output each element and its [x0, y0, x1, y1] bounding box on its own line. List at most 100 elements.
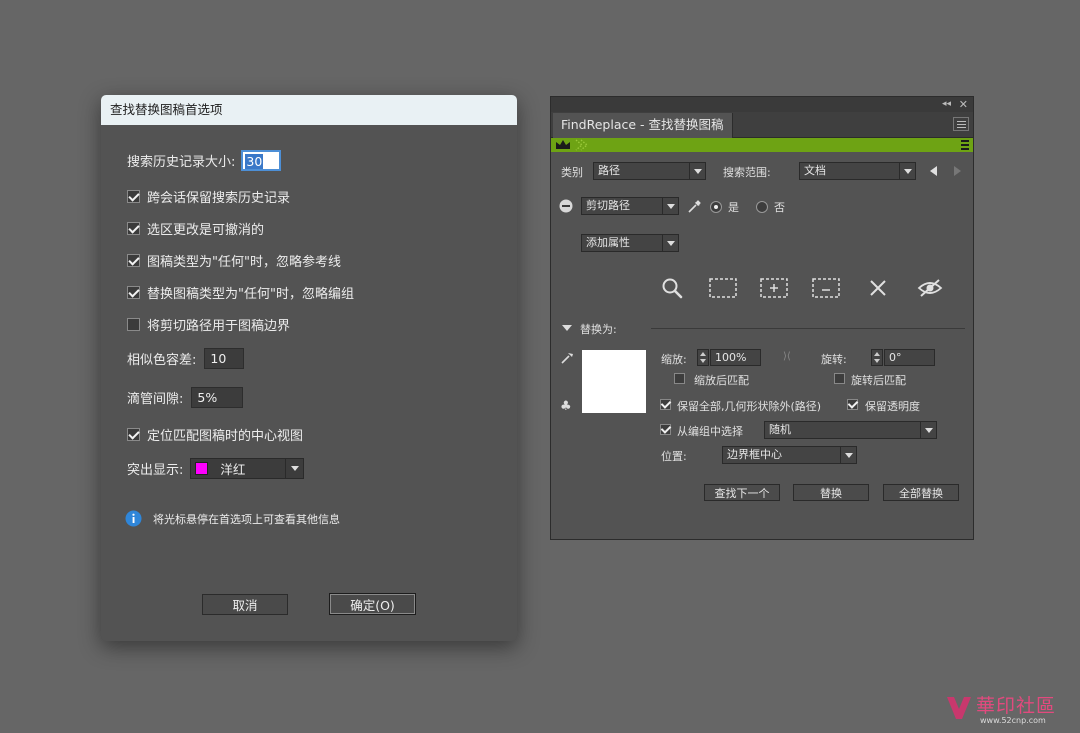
no-label: 否 — [774, 201, 785, 214]
chevron-down-icon — [899, 163, 915, 179]
scope-label: 搜索范围: — [723, 166, 771, 179]
watermark-text: 華印社區 — [976, 695, 1057, 717]
watermark-url: www.52cnp.com — [980, 716, 1046, 725]
option-row[interactable]: 跨会话保留搜索历史记录 — [127, 187, 290, 206]
find-next-button[interactable]: 查找下一个 — [704, 484, 780, 501]
scale-input[interactable]: 100% — [710, 349, 761, 366]
category-select[interactable]: 路径 — [593, 162, 706, 180]
chevron-down-icon — [840, 447, 856, 463]
option-label: 替换图稿类型为"任何"时，忽略编组 — [147, 287, 354, 302]
from-group-checkbox[interactable] — [660, 424, 671, 435]
keep-all-label: 保留全部,几何形状除外(路径) — [677, 400, 822, 413]
replace-all-button[interactable]: 全部替换 — [883, 484, 959, 501]
ignore-groups-checkbox[interactable] — [127, 286, 140, 299]
center-view-label: 定位匹配图稿时的中心视图 — [147, 429, 304, 444]
info-text: 将光标悬停在首选项上可查看其他信息 — [153, 512, 340, 526]
previous-arrow-icon[interactable] — [930, 166, 938, 176]
position-value: 边界框中心 — [727, 448, 782, 461]
scope-select[interactable]: 文档 — [799, 162, 916, 180]
watermark: 華印社區 www.52cnp.com — [944, 693, 1074, 727]
rotate-after-match-label: 旋转后匹配 — [851, 374, 906, 387]
select-marquee-icon[interactable] — [708, 275, 738, 301]
option-row[interactable]: 替换图稿类型为"任何"时，忽略编组 — [127, 283, 354, 302]
persist-history-checkbox[interactable] — [127, 190, 140, 203]
add-attribute-select[interactable]: 添加属性 — [581, 234, 679, 252]
eyedropper-gap-label: 滴管间隙: — [127, 392, 184, 407]
rotate-after-match-checkbox[interactable] — [834, 373, 845, 384]
option-label: 将剪切路径用于图稿边界 — [147, 319, 291, 334]
scope-value: 文档 — [804, 164, 826, 177]
chevron-down-icon — [285, 459, 303, 478]
eyedropper-icon[interactable] — [561, 351, 574, 364]
option-label: 选区更改是可撤消的 — [147, 223, 265, 238]
replacement-preview[interactable] — [582, 350, 646, 413]
ok-button[interactable]: 确定(O) — [329, 593, 416, 615]
undoable-selection-checkbox[interactable] — [127, 222, 140, 235]
tab-findreplace[interactable]: FindReplace - 查找替换图稿 — [553, 113, 733, 138]
rotate-input[interactable]: 0° — [884, 349, 935, 366]
ignore-guides-checkbox[interactable] — [127, 254, 140, 267]
option-row[interactable]: 定位匹配图稿时的中心视图 — [127, 425, 303, 444]
highlight-select[interactable]: 洋红 — [190, 458, 305, 479]
clear-icon[interactable] — [863, 275, 893, 301]
keep-opacity-checkbox[interactable] — [847, 399, 858, 410]
from-group-select[interactable]: 随机 — [764, 421, 937, 439]
add-to-selection-icon[interactable] — [759, 275, 789, 301]
collapse-icon[interactable]: ◂◂ — [942, 97, 951, 112]
position-select[interactable]: 边界框中心 — [722, 446, 857, 464]
clip-path-value: 剪切路径 — [586, 199, 630, 212]
highlight-swatch — [195, 462, 209, 475]
history-size-row: 搜索历史记录大小: 30 — [127, 150, 282, 171]
option-label: 图稿类型为"任何"时，忽略参考线 — [147, 255, 341, 270]
dialog-title: 查找替换图稿首选项 — [101, 95, 517, 125]
history-size-input[interactable]: 30 — [241, 150, 282, 171]
eyedropper-gap-input[interactable]: 5% — [191, 387, 244, 408]
info-row: 将光标悬停在首选项上可查看其他信息 — [125, 510, 340, 527]
from-group-label: 从编组中选择 — [677, 425, 743, 438]
search-icon[interactable] — [657, 275, 687, 301]
clip-path-select[interactable]: 剪切路径 — [581, 197, 679, 215]
chevron-down-icon — [662, 235, 678, 251]
option-row[interactable]: 选区更改是可撤消的 — [127, 219, 264, 238]
chevron-down-icon — [689, 163, 705, 179]
scale-stepper[interactable] — [697, 349, 709, 366]
scale-after-match-checkbox[interactable] — [674, 373, 685, 384]
accent-bar — [551, 138, 973, 152]
highlight-value: 洋红 — [220, 462, 246, 477]
color-tolerance-input[interactable]: 10 — [204, 348, 245, 369]
scale-after-match-label: 缩放后匹配 — [694, 374, 749, 387]
add-attribute-value: 添加属性 — [586, 236, 630, 249]
keep-all-checkbox[interactable] — [660, 399, 671, 410]
club-symbol-icon[interactable]: ♣ — [560, 399, 572, 414]
cancel-button[interactable]: 取消 — [202, 594, 288, 615]
expand-triangle-icon[interactable] — [562, 325, 572, 333]
highlight-row: 突出显示: 洋红 — [127, 458, 305, 479]
color-tolerance-row: 相似色容差: 10 — [127, 348, 245, 369]
link-proportions-icon[interactable]: ⟩⟨ — [783, 351, 791, 362]
rotate-stepper[interactable] — [871, 349, 883, 366]
category-label: 类别 — [561, 166, 583, 179]
hide-icon[interactable] — [915, 275, 945, 301]
option-row[interactable]: 图稿类型为"任何"时，忽略参考线 — [127, 251, 341, 270]
chevron-down-icon — [920, 422, 936, 438]
center-view-checkbox[interactable] — [127, 428, 140, 441]
no-radio[interactable] — [756, 201, 768, 213]
eyedropper-icon[interactable] — [688, 200, 701, 213]
keep-opacity-label: 保留透明度 — [865, 400, 920, 413]
replace-button[interactable]: 替换 — [793, 484, 869, 501]
panel-top-bar: ◂◂ ✕ — [551, 97, 973, 112]
findreplace-panel: ◂◂ ✕ FindReplace - 查找替换图稿 类别 路径 搜索范围: 文档… — [550, 96, 974, 540]
yes-radio[interactable] — [710, 201, 722, 213]
remove-condition-icon[interactable] — [559, 199, 573, 213]
crown-logo-icon — [556, 139, 589, 151]
subtract-from-selection-icon[interactable] — [811, 275, 841, 301]
panel-menu-icon[interactable] — [953, 117, 969, 131]
color-tolerance-label: 相似色容差: — [127, 353, 197, 368]
clip-path-bounds-checkbox[interactable] — [127, 318, 140, 331]
info-icon — [125, 510, 142, 527]
accent-menu-icon[interactable] — [961, 140, 969, 150]
option-row[interactable]: 将剪切路径用于图稿边界 — [127, 315, 290, 334]
next-arrow-icon[interactable] — [953, 166, 961, 176]
close-icon[interactable]: ✕ — [959, 97, 968, 112]
history-size-label: 搜索历史记录大小: — [127, 155, 236, 170]
